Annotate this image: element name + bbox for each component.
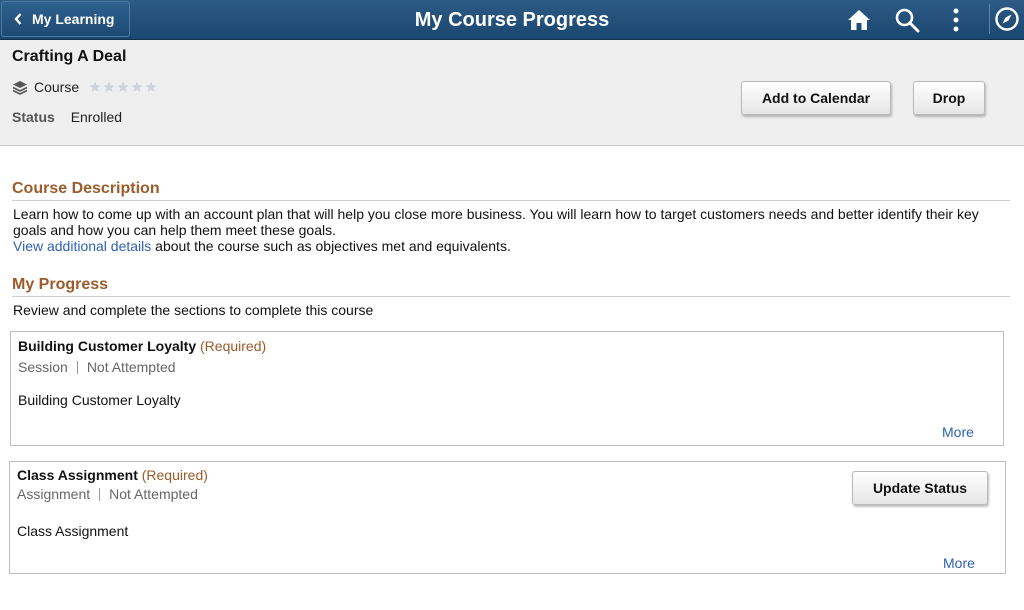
- section-body: Class Assignment: [17, 523, 129, 539]
- back-button[interactable]: My Learning: [1, 1, 130, 37]
- status-label: Status: [12, 109, 55, 125]
- section-card: Building Customer Loyalty (Required) Ses…: [10, 331, 1004, 446]
- additional-details-line: View additional details about the course…: [13, 238, 511, 254]
- course-type: Course: [34, 79, 80, 95]
- update-status-button[interactable]: Update Status: [852, 471, 988, 505]
- additional-details-suffix: about the course such as objectives met …: [151, 238, 511, 254]
- section-status: Not Attempted: [109, 486, 198, 502]
- section-meta: Session Not Attempted: [18, 359, 176, 375]
- star-icon: [117, 81, 129, 92]
- section-title: Building Customer Loyalty (Required): [18, 338, 266, 354]
- star-icon: [131, 81, 143, 92]
- my-progress-heading: My Progress: [12, 276, 1010, 297]
- required-tag: (Required): [200, 338, 267, 354]
- navigation-bar-button[interactable]: [989, 4, 1019, 34]
- section-title: Class Assignment (Required): [17, 467, 208, 483]
- section-kind: Assignment: [17, 486, 91, 502]
- status-value: Enrolled: [70, 109, 123, 125]
- more-link[interactable]: More: [943, 555, 975, 571]
- search-icon[interactable]: [894, 7, 920, 33]
- section-body: Building Customer Loyalty: [18, 392, 181, 408]
- meta-divider: [99, 487, 101, 501]
- back-button-label: My Learning: [32, 11, 115, 27]
- star-icon: [145, 81, 157, 92]
- section-status: Not Attempted: [86, 359, 176, 375]
- home-icon[interactable]: [846, 7, 872, 33]
- drop-button[interactable]: Drop: [913, 81, 985, 115]
- view-additional-details-link[interactable]: View additional details: [13, 238, 151, 254]
- status-row: Status Enrolled: [12, 109, 122, 125]
- section-meta: Assignment Not Attempted: [17, 486, 198, 502]
- star-icon: [89, 81, 101, 92]
- rating-stars: [89, 81, 157, 93]
- my-progress-intro: Review and complete the sections to comp…: [13, 302, 374, 318]
- section-title-text: Class Assignment: [17, 467, 138, 483]
- more-vertical-icon[interactable]: [943, 7, 969, 33]
- course-description-text: Learn how to come up with an account pla…: [13, 206, 979, 238]
- top-bar: My Learning My Course Progress: [0, 0, 1024, 40]
- course-description-heading: Course Description: [12, 180, 1010, 201]
- section-kind: Session: [18, 359, 68, 375]
- course-stack-icon: [12, 80, 28, 95]
- course-title: Crafting A Deal: [12, 48, 127, 65]
- section-title-text: Building Customer Loyalty: [18, 338, 197, 354]
- course-type-row: Course: [12, 79, 157, 95]
- star-icon: [103, 81, 115, 92]
- more-link[interactable]: More: [942, 424, 974, 440]
- chevron-left-icon: [14, 13, 22, 25]
- meta-divider: [76, 360, 78, 374]
- add-to-calendar-button[interactable]: Add to Calendar: [741, 81, 891, 115]
- navigation-compass-icon: [995, 7, 1019, 31]
- required-tag: (Required): [141, 467, 208, 483]
